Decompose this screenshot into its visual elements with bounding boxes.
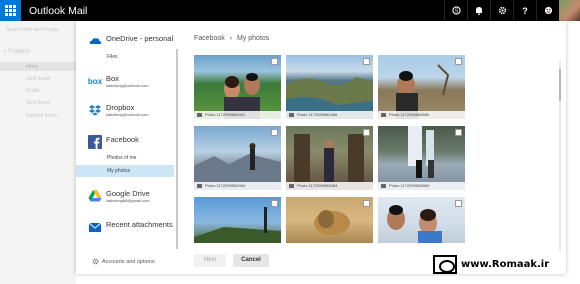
source-list: OneDrive - personal Files box Box katiel… [76, 21, 180, 274]
accounts-and-options-label: Accounts and options [102, 258, 155, 265]
source-list-scrollbar[interactable] [176, 49, 178, 249]
background-nav [0, 21, 76, 284]
next-button[interactable]: Next [194, 254, 226, 267]
photo-thumb[interactable]: Photo 1172399561094 [194, 126, 281, 190]
svg-text:S: S [454, 9, 458, 15]
box-label: Box [106, 74, 119, 83]
facebook-photos-of-me[interactable]: Photos of me [76, 152, 174, 164]
source-google-drive[interactable]: Google Drive katieliang88@gmail.com [88, 189, 150, 204]
source-onedrive[interactable]: OneDrive - personal [88, 34, 173, 48]
google-drive-email: katieliang88@gmail.com [106, 198, 150, 203]
photo-thumb[interactable]: Photo 1172399563560 [378, 55, 465, 119]
app-launcher-icon[interactable] [0, 0, 21, 21]
source-dropbox[interactable]: Dropbox katieliang@outlook.com [88, 103, 149, 118]
photo-checkbox[interactable] [455, 58, 462, 65]
google-drive-label: Google Drive [106, 189, 150, 198]
help-icon[interactable]: ? [513, 0, 536, 21]
photo-checkbox[interactable] [271, 129, 278, 136]
breadcrumb: Facebook › My photos [194, 35, 269, 42]
breadcrumb-current: My photos [237, 35, 270, 42]
folder-inbox: Inbox [26, 64, 39, 70]
onedrive-icon [89, 38, 102, 44]
photo-thumb[interactable] [286, 197, 373, 243]
folder-sent: Sent Items [26, 100, 50, 106]
photo-thumb[interactable]: Photo 1172399562466 [286, 55, 373, 119]
bell-icon[interactable] [467, 0, 490, 21]
svg-text:?: ? [522, 6, 528, 15]
google-drive-icon [88, 190, 102, 202]
accounts-and-options[interactable]: Accounts and options [92, 258, 155, 265]
source-recent-attachments[interactable]: Recent attachments [88, 220, 173, 234]
photo-caption: Photo 1172399565860 [378, 182, 465, 190]
facebook-icon [88, 135, 102, 149]
watermark-text: www.Romaak.ir [461, 259, 550, 270]
photo-caption: Photo 1172399561094 [194, 182, 281, 190]
photo-checkbox[interactable] [363, 58, 370, 65]
facebook-my-photos[interactable]: My photos [76, 165, 174, 177]
photo-checkbox[interactable] [363, 200, 370, 207]
photo-caption: Photo 1172399560391 [194, 111, 281, 119]
source-facebook[interactable]: Facebook [88, 135, 139, 149]
gear-icon[interactable] [490, 0, 513, 21]
photo-thumb[interactable] [194, 197, 281, 243]
dropbox-label: Dropbox [106, 103, 135, 112]
onedrive-label: OneDrive - personal [106, 34, 174, 43]
attachments-icon [88, 222, 102, 232]
photo-scroll-thumb[interactable] [559, 69, 561, 101]
box-icon: box [88, 77, 102, 86]
photo-thumb[interactable] [378, 197, 465, 243]
settings-icon [92, 258, 99, 265]
photo-caption: Photo 1172399562584 [286, 182, 373, 190]
attach-file-dialog: OneDrive - personal Files box Box katiel… [76, 21, 566, 274]
box-email: katieliang@outlook.com [106, 83, 149, 88]
breadcrumb-separator: › [229, 35, 233, 42]
recent-attachments-label: Recent attachments [106, 220, 173, 229]
onedrive-files[interactable]: Files [76, 51, 174, 63]
photo-checkbox[interactable] [455, 129, 462, 136]
breadcrumb-root[interactable]: Facebook [194, 35, 225, 42]
folder-drafts: Drafts [26, 88, 40, 94]
photo-checkbox[interactable] [363, 129, 370, 136]
folder-junk: Junk Email [26, 76, 51, 82]
folder-deleted: Deleted Items [26, 113, 57, 119]
photo-thumb[interactable]: Photo 1172399560391 [194, 55, 281, 119]
photo-thumb[interactable]: Photo 1172399565860 [378, 126, 465, 190]
facebook-label: Facebook [106, 135, 139, 144]
dropbox-icon [89, 105, 101, 116]
folders-heading: ▪ Folders [4, 48, 30, 55]
photo-thumb[interactable]: Photo 1172399562584 [286, 126, 373, 190]
smile-icon[interactable] [536, 0, 559, 21]
photo-caption: Photo 1172399562466 [286, 111, 373, 119]
photo-caption: Photo 1172399563560 [378, 111, 465, 119]
watermark-logo-icon [433, 255, 457, 274]
watermark: www.Romaak.ir [433, 255, 549, 274]
app-header: Outlook Mail S ? [0, 0, 580, 21]
app-title[interactable]: Outlook Mail [29, 5, 87, 17]
photo-checkbox[interactable] [455, 200, 462, 207]
user-avatar[interactable] [559, 0, 580, 21]
photo-checkbox[interactable] [271, 58, 278, 65]
skype-icon[interactable]: S [444, 0, 467, 21]
source-box[interactable]: box Box katieliang@outlook.com [88, 74, 149, 89]
svg-text:box: box [88, 77, 102, 86]
search-placeholder: Search Mail and People [6, 27, 60, 33]
photo-checkbox[interactable] [271, 200, 278, 207]
cancel-button[interactable]: Cancel [233, 254, 269, 267]
dropbox-email: katieliang@outlook.com [106, 112, 149, 117]
